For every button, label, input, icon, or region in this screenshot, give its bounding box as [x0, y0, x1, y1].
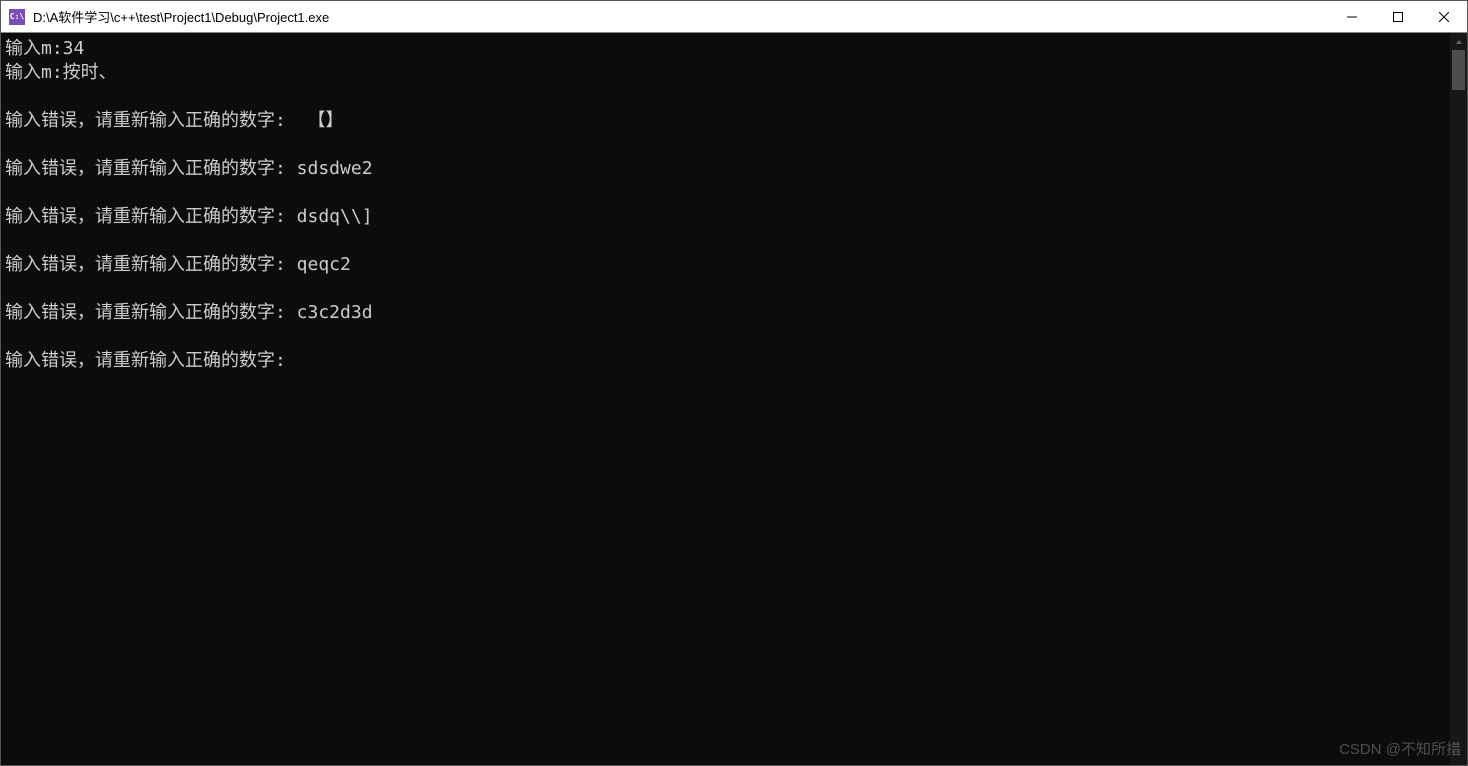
console-output[interactable]: 输入m:34 输入m:按时、 输入错误，请重新输入正确的数字: 【】 输入错误，… — [1, 33, 1450, 765]
close-button[interactable] — [1421, 1, 1467, 32]
scroll-thumb[interactable] — [1452, 50, 1465, 90]
app-window: C:\ D:\A软件学习\c++\test\Project1\Debug\Pro… — [0, 0, 1468, 766]
maximize-button[interactable] — [1375, 1, 1421, 32]
minimize-button[interactable] — [1329, 1, 1375, 32]
app-icon: C:\ — [9, 9, 25, 25]
window-title: D:\A软件学习\c++\test\Project1\Debug\Project… — [33, 7, 1329, 26]
titlebar[interactable]: C:\ D:\A软件学习\c++\test\Project1\Debug\Pro… — [1, 1, 1467, 33]
console-body: 输入m:34 输入m:按时、 输入错误，请重新输入正确的数字: 【】 输入错误，… — [1, 33, 1467, 765]
vertical-scrollbar[interactable] — [1450, 33, 1467, 765]
window-controls — [1329, 1, 1467, 32]
scroll-up-arrow[interactable] — [1450, 33, 1467, 50]
